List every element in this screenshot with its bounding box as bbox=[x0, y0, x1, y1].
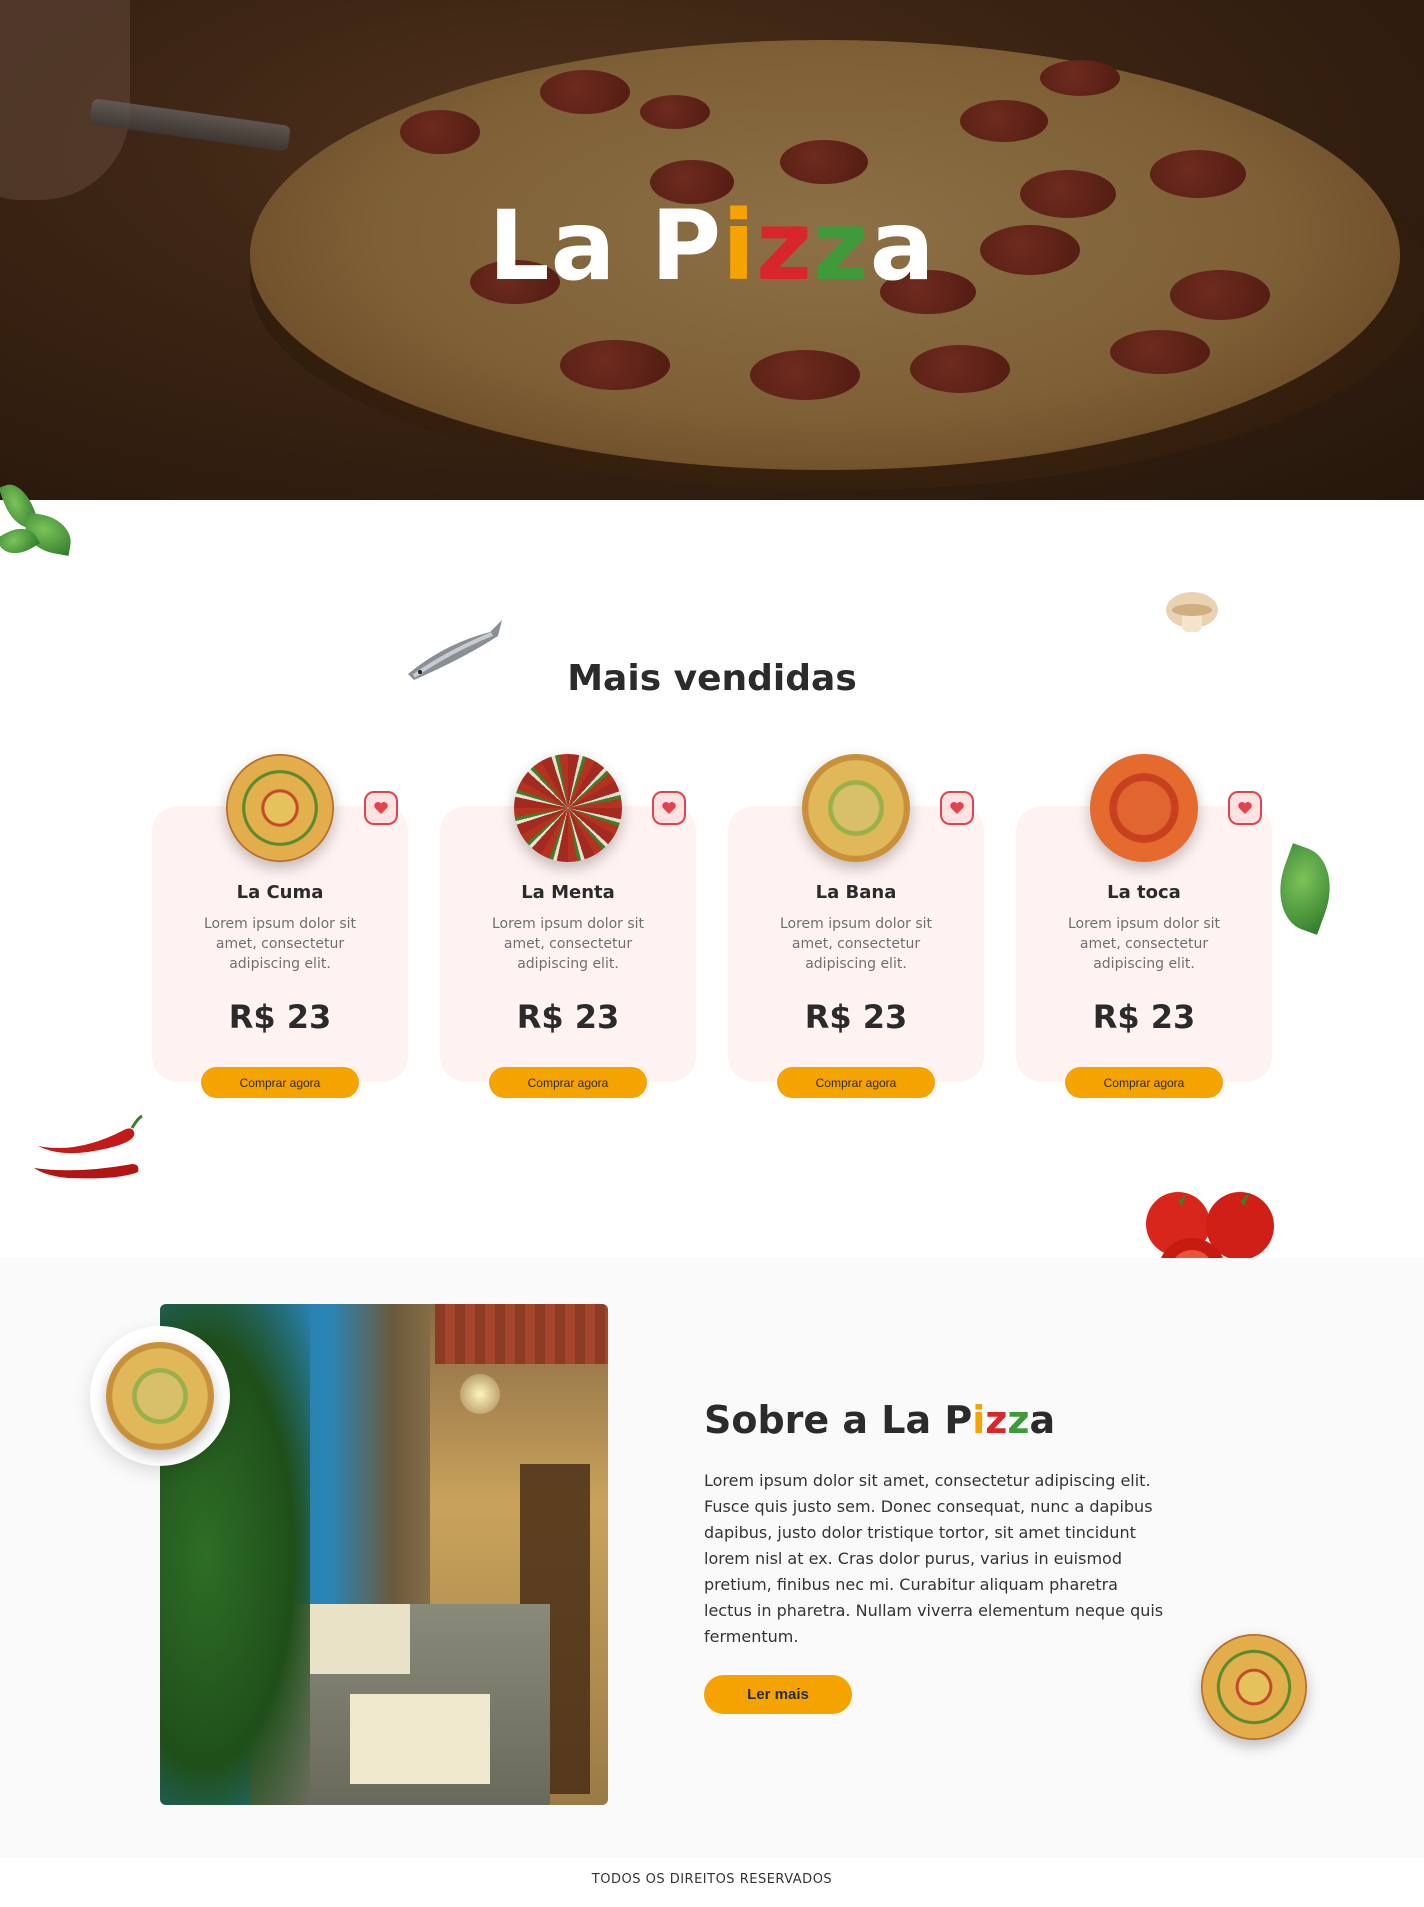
about-title: Sobre a La Pizza bbox=[704, 1398, 1056, 1442]
about-pizza-image bbox=[106, 1342, 214, 1450]
product-price: R$ 23 bbox=[804, 998, 908, 1036]
decor-pizza-image bbox=[1201, 1634, 1307, 1740]
best-sellers-title: Mais vendidas bbox=[567, 658, 857, 699]
product-description: Lorem ipsum dolor sit amet, consectetur … bbox=[491, 916, 645, 972]
product-price: R$ 23 bbox=[228, 998, 332, 1036]
favorite-button[interactable] bbox=[364, 791, 398, 825]
basil-leaf-icon bbox=[0, 476, 80, 586]
product-description: Lorem ipsum dolor sit amet, consectetur … bbox=[1067, 916, 1221, 972]
hero-title: La Pizza bbox=[488, 190, 936, 302]
buy-now-button[interactable]: Comprar agora bbox=[201, 1067, 359, 1098]
product-name: La Cuma bbox=[236, 882, 324, 903]
chili-pepper-icon bbox=[34, 1114, 143, 1179]
product-description: Lorem ipsum dolor sit amet, consectetur … bbox=[779, 916, 933, 972]
about-pizza-badge bbox=[90, 1326, 230, 1466]
product-pizza-image bbox=[802, 754, 910, 862]
footer-copyright: TODOS OS DIREITOS RESERVADOS bbox=[591, 1872, 833, 1887]
buy-now-button[interactable]: Comprar agora bbox=[1065, 1067, 1223, 1098]
about-text: Lorem ipsum dolor sit amet, consectetur … bbox=[704, 1471, 1164, 1646]
favorite-button[interactable] bbox=[1228, 791, 1262, 825]
mushroom-icon bbox=[1166, 592, 1218, 632]
product-name: La Menta bbox=[521, 882, 615, 903]
heart-icon bbox=[950, 802, 964, 814]
basil-leaf-icon bbox=[1266, 840, 1344, 936]
product-price: R$ 23 bbox=[516, 998, 620, 1036]
product-pizza-image bbox=[1090, 754, 1198, 862]
read-more-button[interactable]: Ler mais bbox=[704, 1675, 852, 1714]
product-description: Lorem ipsum dolor sit amet, consectetur … bbox=[203, 916, 357, 972]
favorite-button[interactable] bbox=[652, 791, 686, 825]
product-name: La Bana bbox=[815, 882, 897, 903]
product-pizza-image bbox=[514, 754, 622, 862]
buy-now-button[interactable]: Comprar agora bbox=[489, 1067, 647, 1098]
heart-icon bbox=[374, 802, 388, 814]
favorite-button[interactable] bbox=[940, 791, 974, 825]
heart-icon bbox=[1238, 802, 1252, 814]
product-pizza-image bbox=[226, 754, 334, 862]
product-name: La toca bbox=[1107, 882, 1181, 903]
buy-now-button[interactable]: Comprar agora bbox=[777, 1067, 935, 1098]
product-price: R$ 23 bbox=[1092, 998, 1196, 1036]
hero-banner: La Pizza bbox=[0, 0, 1424, 500]
heart-icon bbox=[662, 802, 676, 814]
